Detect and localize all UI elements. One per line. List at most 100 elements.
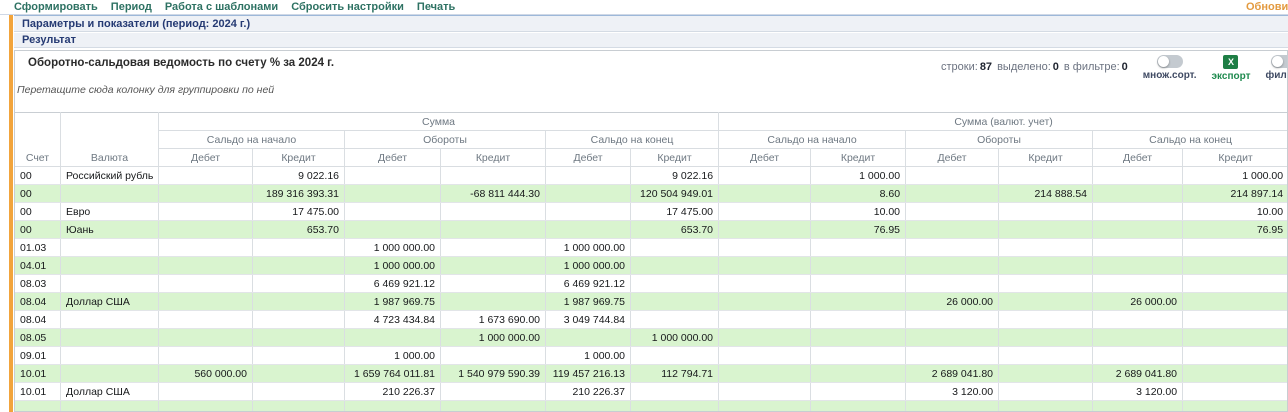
cell-currency [61, 329, 159, 347]
group-by-drop-zone[interactable]: Перетащите сюда колонку для группировки … [17, 84, 274, 96]
column-header-credit[interactable]: Кредит [631, 149, 719, 167]
cell-account [15, 401, 61, 412]
menu-items: Сформировать Период Работа с шаблонами С… [14, 1, 455, 13]
table-row[interactable]: 01.031 000 000.001 000 000.00 [15, 239, 1288, 257]
cell-cur-end-debit [1093, 239, 1183, 257]
cell-cur-turnover-credit [999, 239, 1093, 257]
column-header-currency[interactable]: Валюта [61, 113, 159, 167]
cell-begin-credit [253, 347, 345, 365]
column-header-debit[interactable]: Дебет [546, 149, 631, 167]
multisort-label: множ.сорт. [1143, 70, 1197, 81]
selected-count: выделено:0 [997, 61, 1059, 73]
cell-turnover-debit: 1 659 764 011.81 [345, 365, 441, 383]
table-row[interactable]: 08.044 723 434.841 673 690.003 049 744.8… [15, 311, 1288, 329]
excel-export-icon[interactable]: X [1223, 55, 1238, 69]
cell-begin-debit [159, 203, 253, 221]
cell-cur-turnover-debit [906, 257, 999, 275]
column-header-debit[interactable]: Дебет [159, 149, 253, 167]
column-header-debit[interactable]: Дебет [345, 149, 441, 167]
cell-turnover-credit [441, 293, 546, 311]
column-header-debit[interactable]: Дебет [906, 149, 999, 167]
refresh-link[interactable]: Обновить [1246, 1, 1288, 13]
cell-cur-turnover-credit [999, 221, 1093, 239]
cell-begin-credit [253, 329, 345, 347]
subgroup-end-balance: Сальдо на конец [1093, 131, 1288, 149]
cell-end-debit [546, 167, 631, 185]
table-row[interactable]: 00Евро17 475.0017 475.0010.0010.00 [15, 203, 1288, 221]
cell-cur-end-credit [1183, 293, 1288, 311]
cell-end-debit: 1 000 000.00 [546, 239, 631, 257]
multisort-toggle[interactable] [1157, 55, 1183, 68]
cell-turnover-credit: 1 000 000.00 [441, 329, 546, 347]
cell-turnover-debit: 1 000 000.00 [345, 257, 441, 275]
subgroup-end-balance: Сальдо на конец [546, 131, 719, 149]
column-header-credit[interactable]: Кредит [999, 149, 1093, 167]
table-row[interactable]: 08.036 469 921.126 469 921.12 [15, 275, 1288, 293]
column-header-credit[interactable]: Кредит [441, 149, 546, 167]
cell-end-credit [631, 257, 719, 275]
cell-cur-begin-credit [811, 239, 906, 257]
cell-cur-end-credit: 1 000.00 [1183, 167, 1288, 185]
menu-item-reset-settings[interactable]: Сбросить настройки [291, 1, 404, 13]
cell-cur-end-debit: 2 689 041.80 [1093, 365, 1183, 383]
cell-turnover-debit: 6 469 921.12 [345, 275, 441, 293]
table-row[interactable]: 09.011 000.001 000.00 [15, 347, 1288, 365]
cell-turnover-debit: 1 987 969.75 [345, 293, 441, 311]
cell-account: 09.01 [15, 347, 61, 365]
cell-cur-end-debit [1093, 311, 1183, 329]
table-row[interactable]: 00Российский рубль9 022.169 022.161 000.… [15, 167, 1288, 185]
cell-begin-debit [159, 383, 253, 401]
section-header-result[interactable]: Результат [14, 33, 1288, 48]
table-row[interactable] [15, 401, 1288, 412]
cell-end-credit: 9 022.16 [631, 167, 719, 185]
cell-cur-begin-credit [811, 275, 906, 293]
cell-turnover-debit [345, 203, 441, 221]
group-header-sum-currency: Сумма (валют. учет) [719, 113, 1288, 131]
table-row[interactable]: 08.04Доллар США1 987 969.751 987 969.752… [15, 293, 1288, 311]
table-row[interactable]: 08.051 000 000.001 000 000.00 [15, 329, 1288, 347]
cell-cur-turnover-debit [906, 239, 999, 257]
cell-end-credit: 112 794.71 [631, 365, 719, 383]
section-header-parameters[interactable]: Параметры и показатели (период: 2024 г.) [14, 15, 1288, 32]
menu-item-templates[interactable]: Работа с шаблонами [165, 1, 278, 13]
cell-end-debit [546, 221, 631, 239]
table-row[interactable]: 00189 316 393.31-68 811 444.30120 504 94… [15, 185, 1288, 203]
cell-end-credit: 1 000 000.00 [631, 329, 719, 347]
cell-account: 08.04 [15, 293, 61, 311]
cell-end-credit: 17 475.00 [631, 203, 719, 221]
subgroup-begin-balance: Сальдо на начало [719, 131, 906, 149]
table-row[interactable]: 10.01Доллар США210 226.37210 226.373 120… [15, 383, 1288, 401]
cell-turnover-debit: 1 000 000.00 [345, 239, 441, 257]
column-header-credit[interactable]: Кредит [253, 149, 345, 167]
table-row[interactable]: 04.011 000 000.001 000 000.00 [15, 257, 1288, 275]
column-header-account[interactable]: Счет [15, 113, 61, 167]
menu-item-period[interactable]: Период [111, 1, 152, 13]
cell-cur-end-credit [1183, 275, 1288, 293]
column-header-debit[interactable]: Дебет [719, 149, 811, 167]
menu-item-generate[interactable]: Сформировать [14, 1, 98, 13]
cell-cur-end-debit [1093, 401, 1183, 412]
cell-end-credit: 653.70 [631, 221, 719, 239]
cell-currency [61, 185, 159, 203]
cell-begin-debit [159, 293, 253, 311]
menu-item-print[interactable]: Печать [417, 1, 455, 13]
cell-end-debit [546, 203, 631, 221]
cell-cur-turnover-credit [999, 383, 1093, 401]
table-row[interactable]: 00Юань653.70653.7076.9576.95 [15, 221, 1288, 239]
cell-cur-end-debit: 26 000.00 [1093, 293, 1183, 311]
filter-toggle[interactable] [1271, 55, 1288, 68]
column-header-credit[interactable]: Кредит [811, 149, 906, 167]
cell-turnover-credit [441, 275, 546, 293]
table-row[interactable]: 10.01560 000.001 659 764 011.811 540 979… [15, 365, 1288, 383]
cell-turnover-credit [441, 257, 546, 275]
column-header-debit[interactable]: Дебет [1093, 149, 1183, 167]
cell-begin-credit [253, 401, 345, 412]
cell-begin-debit [159, 401, 253, 412]
cell-begin-credit [253, 311, 345, 329]
cell-begin-credit: 17 475.00 [253, 203, 345, 221]
cell-cur-end-debit [1093, 257, 1183, 275]
cell-cur-begin-debit [719, 311, 811, 329]
cell-turnover-credit [441, 239, 546, 257]
cell-cur-begin-credit [811, 257, 906, 275]
column-header-credit[interactable]: Кредит [1183, 149, 1288, 167]
